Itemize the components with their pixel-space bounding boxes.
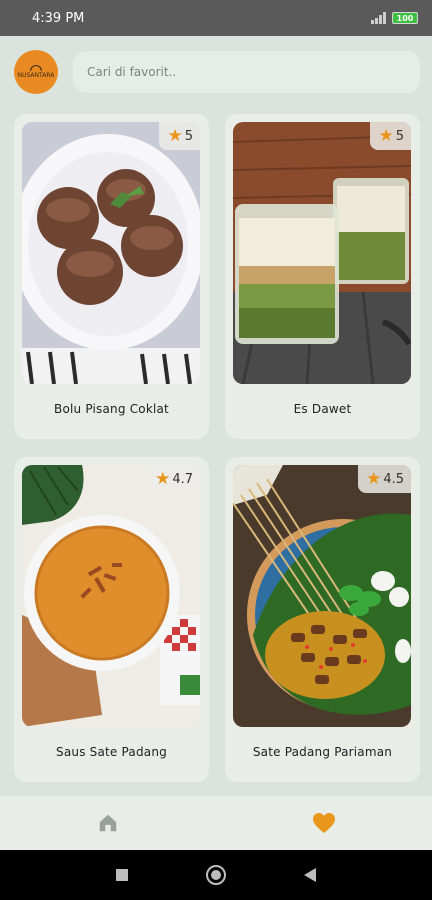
avatar-text: NUSANTARA (17, 72, 55, 79)
battery-level: 100 (396, 13, 414, 23)
recipe-photo: ★ 5 (233, 122, 411, 384)
back-icon[interactable] (303, 867, 317, 883)
search-input[interactable] (87, 65, 406, 79)
recipe-card[interactable]: ★ 5 Bolu Pisang Coklat (14, 114, 209, 439)
status-icons: 100 (371, 12, 418, 24)
recipe-name: Sate Padang Pariaman (252, 745, 393, 759)
home-button-icon[interactable] (205, 864, 227, 886)
header: NUSANTARA (0, 36, 432, 108)
cakes-on-plate-image (22, 122, 200, 384)
star-icon: ★ (167, 126, 183, 146)
recipe-name: Saus Sate Padang (56, 745, 167, 759)
logo-icon (30, 65, 42, 71)
favorites-grid: ★ 5 Bolu Pisang Coklat ★ 5 Es Dawet ★ 4.… (14, 114, 420, 782)
star-icon: ★ (366, 469, 382, 489)
sauce-bowl-image (22, 465, 200, 727)
recipe-photo: ★ 5 (22, 122, 200, 384)
recipe-card[interactable]: ★ 4.7 Saus Sate Padang (14, 457, 209, 782)
recent-apps-icon[interactable] (115, 868, 129, 882)
avatar[interactable]: NUSANTARA (14, 50, 58, 94)
recipe-photo: ★ 4.7 (22, 465, 200, 727)
recipe-name: Bolu Pisang Coklat (54, 402, 169, 416)
home-icon (99, 814, 117, 832)
dawet-glasses-image (233, 122, 411, 384)
rating-value: 4.7 (172, 471, 193, 487)
star-icon: ★ (155, 469, 171, 489)
system-navigation (0, 850, 432, 900)
battery-icon: 100 (392, 12, 418, 24)
search-bar[interactable] (73, 51, 420, 93)
status-time: 4:39 PM (32, 10, 85, 26)
star-icon: ★ (378, 126, 394, 146)
rating-badge: ★ 4.5 (358, 465, 411, 493)
heart-icon (313, 813, 335, 833)
sate-plate-image (233, 465, 411, 727)
bottom-navigation (0, 796, 432, 850)
status-bar: 4:39 PM 100 (0, 0, 432, 36)
recipe-photo: ★ 4.5 (233, 465, 411, 727)
rating-badge: ★ 5 (159, 122, 200, 150)
recipe-card[interactable]: ★ 4.5 Sate Padang Pariaman (225, 457, 420, 782)
nav-favorites[interactable] (294, 803, 354, 843)
rating-badge: ★ 5 (370, 122, 411, 150)
rating-value: 4.5 (383, 471, 404, 487)
rating-badge: ★ 4.7 (147, 465, 200, 493)
rating-value: 5 (395, 128, 404, 144)
nav-home[interactable] (78, 803, 138, 843)
signal-icon (371, 12, 386, 24)
rating-value: 5 (184, 128, 193, 144)
recipe-name: Es Dawet (293, 402, 352, 416)
recipe-card[interactable]: ★ 5 Es Dawet (225, 114, 420, 439)
